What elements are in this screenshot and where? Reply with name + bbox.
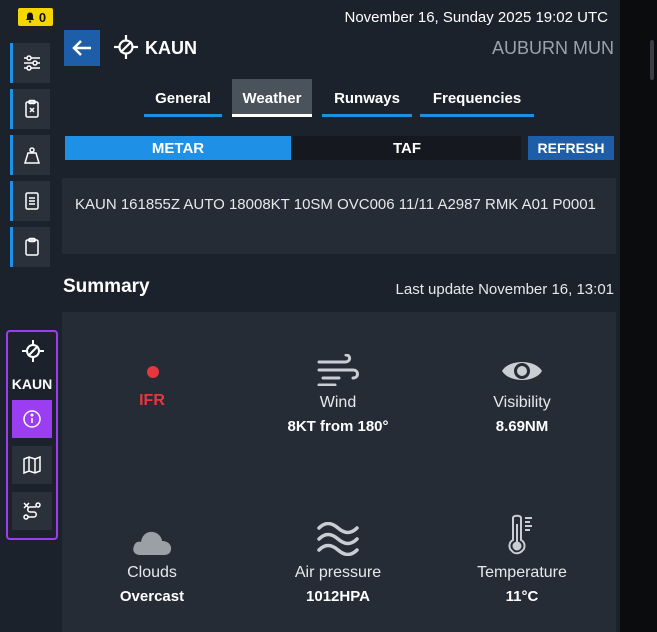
airport-code: KAUN [145,38,197,58]
map-icon [23,455,41,475]
refresh-button[interactable]: REFRESH [528,136,614,160]
airport-group: KAUN [6,330,58,540]
eye-icon [502,362,542,380]
document-icon [24,192,39,210]
sidebar-button-settings[interactable] [10,43,50,83]
sidebar-button-weight[interactable] [10,135,50,175]
sidebar: 0 KAUN [0,0,58,632]
tab-general[interactable]: General [144,79,222,117]
wind-value: 8KT from 180° [287,418,389,435]
summary-panel: IFR Wind 8KT from 180° Visibility 8.69NM… [62,312,616,632]
thermometer-icon [508,514,532,555]
scrollbar[interactable] [650,40,654,80]
wind-icon [317,354,359,386]
pressure-value: 1012HPA [306,588,370,605]
summary-title: Summary [63,276,150,297]
visibility-value: 8.69NM [495,418,549,435]
clipboard-icon [24,237,39,256]
clouds-label: Clouds [127,564,177,581]
tab-weather[interactable]: Weather [232,79,312,117]
notification-count: 0 [38,9,47,25]
sidebar-button-airport-route[interactable] [12,492,52,530]
main-panel: November 16, Sunday 2025 19:02 UTC KAUN … [58,0,620,632]
flight-category: IFR [62,312,242,452]
cloud-icon [133,531,172,555]
metar-toggle[interactable]: METAR [65,136,291,160]
flight-category-dot [147,366,159,378]
airport-group-label: KAUN [11,376,53,392]
tab-label: Weather [242,89,302,107]
sidebar-button-airport-info[interactable] [12,400,52,438]
temperature-value: 11°C [505,588,539,605]
temperature-label: Temperature [477,564,567,581]
taf-toggle[interactable]: TAF [293,136,521,160]
tab-label: General [155,89,211,107]
last-update: Last update November 16, 13:01 [395,281,614,298]
sidebar-button-clipboard[interactable] [10,227,50,267]
clouds-item: Clouds Overcast [62,516,242,605]
sliders-icon [23,55,40,71]
pressure-label: Air pressure [294,564,382,581]
tab-frequencies[interactable]: Frequencies [420,79,534,117]
airport-name: AUBURN MUN [491,38,614,58]
arrow-left-icon [72,40,91,56]
sidebar-button-airport-map[interactable] [12,446,52,484]
visibility-item: Visibility 8.69NM [432,346,612,435]
visibility-label: Visibility [493,394,551,411]
sidebar-button-checklist[interactable] [10,89,50,129]
clipboard-x-icon [24,99,39,118]
air-pressure-icon [317,522,359,556]
wind-label: Wind [319,394,357,411]
metar-text: KAUN 161855Z AUTO 18008KT 10SM OVC006 11… [62,178,616,254]
route-icon [23,502,41,520]
clouds-value: Overcast [119,588,185,605]
bell-icon [25,12,35,23]
back-button[interactable] [64,30,100,66]
tab-label: Frequencies [432,89,522,107]
wind-item: Wind 8KT from 180° [248,346,428,435]
pressure-item: Air pressure 1012HPA [248,516,428,605]
sidebar-button-document[interactable] [10,181,50,221]
airport-icon [22,340,44,362]
tab-runways[interactable]: Runways [322,79,412,117]
flight-category-label: IFR [139,392,165,409]
temperature-item: Temperature 11°C [432,514,612,605]
notification-badge[interactable]: 0 [18,8,53,26]
tab-label: Runways [334,89,400,107]
info-icon [23,410,41,428]
weight-icon [23,147,40,164]
airport-icon [114,35,138,59]
datetime: November 16, Sunday 2025 19:02 UTC [344,9,609,26]
window-edge [620,0,657,632]
